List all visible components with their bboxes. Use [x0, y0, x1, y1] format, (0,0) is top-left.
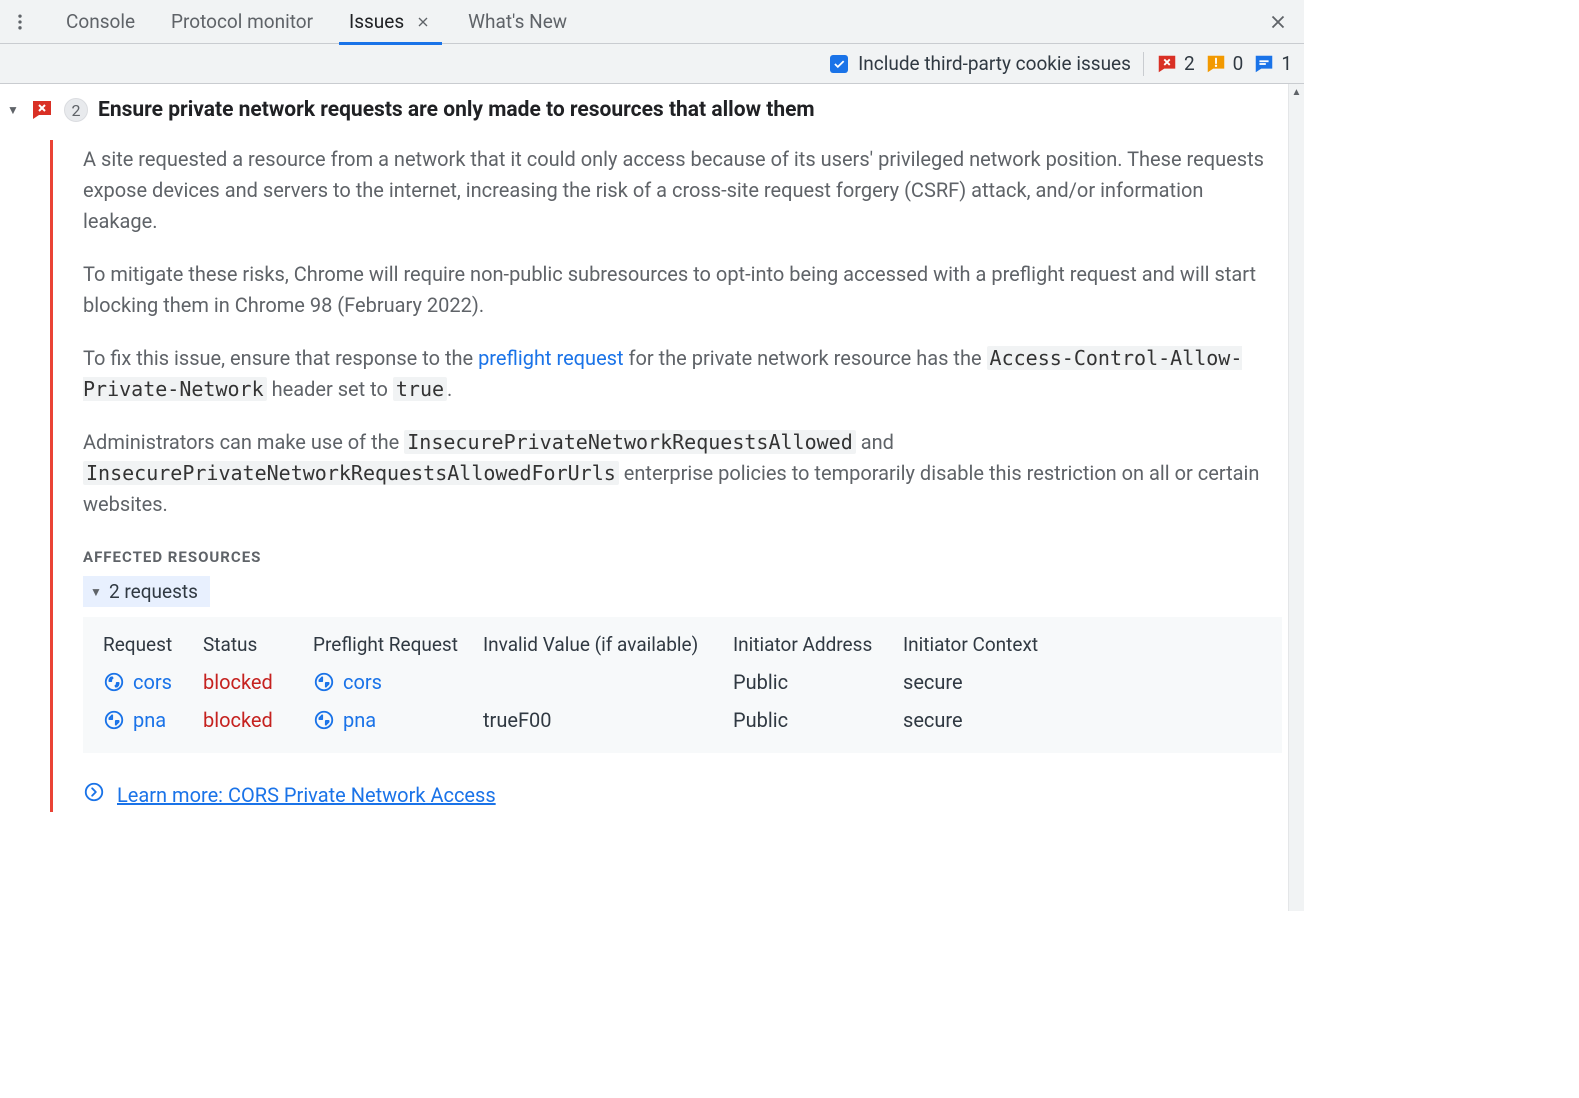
preflight-request-link[interactable]: preflight request — [478, 346, 623, 370]
issue-paragraph: To mitigate these risks, Chrome will req… — [83, 259, 1282, 321]
tabstrip: Console Protocol monitor Issues What's N… — [0, 0, 1304, 44]
error-count-value: 2 — [1184, 52, 1195, 75]
text: for the private network resource has the — [629, 346, 987, 370]
issue-paragraph: Administrators can make use of the Insec… — [83, 427, 1282, 520]
preflight-name: pna — [343, 708, 376, 732]
initiator-context-cell: secure — [903, 670, 1103, 694]
col-preflight: Preflight Request — [313, 633, 483, 656]
preflight-link[interactable]: cors — [313, 670, 483, 694]
col-initiator-context: Initiator Context — [903, 633, 1103, 656]
tab-issues[interactable]: Issues — [331, 0, 450, 44]
table-row: cors blocked cors Public secure — [103, 663, 1262, 701]
code-literal: InsecurePrivateNetworkRequestsAllowed — [404, 430, 856, 454]
checkbox-third-party-cookies[interactable] — [830, 55, 848, 73]
issue-count-chip: 2 — [64, 98, 88, 122]
text: header set to — [272, 377, 393, 401]
learn-more-link[interactable]: Learn more: CORS Private Network Access — [117, 783, 496, 807]
checkbox-label: Include third-party cookie issues — [858, 52, 1131, 75]
network-icon — [103, 671, 125, 693]
status-cell: blocked — [203, 670, 313, 694]
request-link[interactable]: cors — [103, 670, 203, 694]
tab-issues-label: Issues — [349, 10, 404, 33]
separator — [1143, 52, 1144, 76]
tab-console[interactable]: Console — [48, 0, 153, 44]
preflight-name: cors — [343, 670, 382, 694]
requests-summary-label: 2 requests — [109, 580, 198, 603]
network-icon — [313, 709, 335, 731]
arrow-right-circle-icon — [83, 781, 105, 808]
request-link[interactable]: pna — [103, 708, 203, 732]
status-cell: blocked — [203, 708, 313, 732]
disclosure-triangle-icon[interactable]: ▼ — [89, 585, 103, 599]
network-icon — [103, 709, 125, 731]
requests-table: Request Status Preflight Request Invalid… — [83, 617, 1282, 753]
error-bubble-icon — [30, 98, 54, 122]
col-invalid-value: Invalid Value (if available) — [483, 633, 733, 656]
scroll-up-icon[interactable]: ▲ — [1289, 84, 1304, 100]
table-row: pna blocked pna trueF00 Public secure — [103, 701, 1262, 739]
network-icon — [313, 671, 335, 693]
warning-count[interactable]: 0 — [1205, 52, 1244, 75]
requests-summary[interactable]: ▼ 2 requests — [83, 576, 210, 607]
close-icon[interactable] — [414, 13, 432, 31]
col-status: Status — [203, 633, 313, 656]
disclosure-triangle-icon[interactable]: ▼ — [6, 103, 20, 117]
affected-resources-heading: AFFECTED RESOURCES — [83, 548, 1282, 566]
tab-whats-new[interactable]: What's New — [450, 0, 585, 44]
issue-body: A site requested a resource from a netwo… — [50, 140, 1282, 812]
info-count-value: 1 — [1281, 52, 1292, 75]
code-literal: true — [393, 377, 447, 401]
initiator-address-cell: Public — [733, 670, 903, 694]
invalid-value-cell: trueF00 — [483, 708, 733, 732]
warning-count-value: 0 — [1233, 52, 1244, 75]
more-vert-icon[interactable] — [4, 6, 36, 38]
col-initiator-address: Initiator Address — [733, 633, 903, 656]
error-bubble-icon — [1156, 55, 1178, 73]
info-bubble-icon — [1253, 55, 1275, 73]
initiator-context-cell: secure — [903, 708, 1103, 732]
table-header: Request Status Preflight Request Invalid… — [103, 625, 1262, 663]
code-literal: InsecurePrivateNetworkRequestsAllowedFor… — [83, 461, 619, 485]
tab-protocol-monitor[interactable]: Protocol monitor — [153, 0, 331, 44]
text: and — [861, 430, 894, 454]
col-request: Request — [103, 633, 203, 656]
request-name: cors — [133, 670, 172, 694]
preflight-link[interactable]: pna — [313, 708, 483, 732]
issue-title: Ensure private network requests are only… — [98, 98, 815, 122]
issues-toolbar: Include third-party cookie issues 2 0 1 — [0, 44, 1304, 84]
info-count[interactable]: 1 — [1253, 52, 1292, 75]
scrollbar[interactable]: ▲ — [1288, 84, 1304, 911]
learn-more: Learn more: CORS Private Network Access — [83, 781, 1282, 808]
issue-paragraph: A site requested a resource from a netwo… — [83, 144, 1282, 237]
request-name: pna — [133, 708, 166, 732]
close-panel-icon[interactable] — [1262, 6, 1294, 38]
error-count[interactable]: 2 — [1156, 52, 1195, 75]
text: . — [447, 377, 452, 401]
issue-header[interactable]: ▼ 2 Ensure private network requests are … — [6, 98, 1282, 122]
issue-paragraph: To fix this issue, ensure that response … — [83, 343, 1282, 405]
text: Administrators can make use of the — [83, 430, 404, 454]
initiator-address-cell: Public — [733, 708, 903, 732]
text: To fix this issue, ensure that response … — [83, 346, 478, 370]
warning-bubble-icon — [1205, 55, 1227, 73]
